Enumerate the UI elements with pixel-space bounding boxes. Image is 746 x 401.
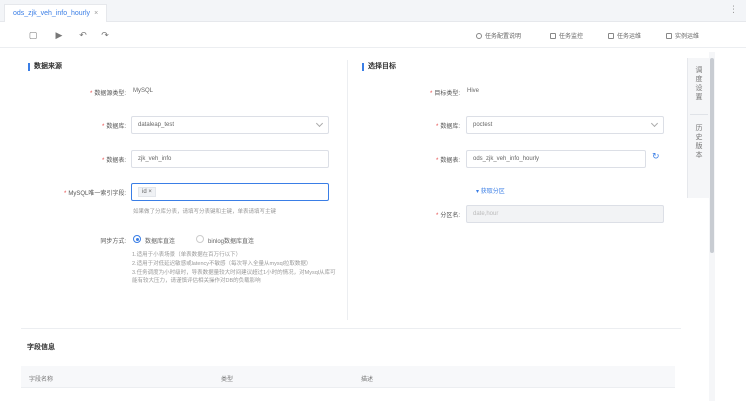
- sync-mode-label: 同步方式:: [100, 239, 126, 245]
- sync-option-binlog-label: binlog数据库直连: [208, 239, 255, 245]
- info-icon: [476, 33, 482, 39]
- unique-key-label: * MySQL唯一索引字段:: [63, 191, 126, 197]
- source-db-label: * 数据库:: [101, 124, 126, 130]
- partition-input: date,hour: [466, 205, 664, 223]
- sync-option-direct-label: 数据库直连: [145, 239, 176, 245]
- partition-label: * 分区名:: [435, 213, 460, 219]
- target-type-label: * 目标类型:: [429, 91, 460, 97]
- chevron-down-icon: [650, 119, 659, 128]
- task-config-doc-button[interactable]: 任务配置说明: [476, 31, 521, 40]
- more-icon[interactable]: ⋮: [729, 4, 738, 15]
- fields-section-title: 字段信息: [27, 344, 55, 351]
- target-db-select[interactable]: poctest: [466, 116, 664, 134]
- tab-history-versions[interactable]: 历史版本: [688, 124, 710, 160]
- unique-key-input[interactable]: id ×: [131, 183, 329, 201]
- divider: [690, 114, 708, 115]
- run-icon[interactable]: ▶: [54, 30, 64, 40]
- instance-icon: [666, 33, 672, 39]
- source-table-label: * 数据表:: [101, 158, 126, 164]
- fields-table-header: 字段名称 类型 描述: [21, 366, 675, 388]
- sync-radio-direct[interactable]: [133, 235, 141, 243]
- ops-icon: [608, 33, 614, 39]
- column-header-type: 类型: [221, 377, 234, 383]
- source-table-input[interactable]: zjk_veh_info: [131, 150, 329, 168]
- column-header-name: 字段名称: [29, 377, 54, 383]
- sync-radio-binlog[interactable]: [196, 235, 204, 243]
- instance-ops-button[interactable]: 实例运维: [666, 31, 699, 40]
- task-monitor-button[interactable]: 任务监控: [550, 31, 583, 40]
- source-type-value: MySQL: [133, 88, 154, 94]
- side-tabs: 调度设置 历史版本: [687, 58, 709, 198]
- tab-bar: ods_zjk_veh_info_hourly × ⋮: [0, 0, 746, 22]
- scrollbar[interactable]: [709, 52, 715, 401]
- task-ops-button[interactable]: 任务运维: [608, 31, 641, 40]
- close-icon[interactable]: ×: [94, 10, 98, 17]
- tab-title: ods_zjk_veh_info_hourly: [13, 10, 91, 17]
- column-header-desc: 描述: [361, 377, 374, 383]
- divider: [21, 328, 681, 329]
- tab-schedule-settings[interactable]: 调度设置: [688, 66, 710, 102]
- toolbar: ▢ ▶ ↶ ↷ 任务配置说明 任务监控 任务运维 实例运维: [0, 22, 746, 48]
- chevron-down-icon: [315, 119, 324, 128]
- key-tag-id[interactable]: id ×: [138, 187, 156, 197]
- tab-ods-zjk-veh-info-hourly[interactable]: ods_zjk_veh_info_hourly ×: [4, 4, 108, 22]
- target-type-value: Hive: [467, 88, 480, 94]
- section-divider: [347, 60, 348, 320]
- target-table-label: * 数据表:: [435, 158, 460, 164]
- scrollbar-thumb[interactable]: [710, 58, 714, 253]
- redo-icon[interactable]: ↷: [100, 30, 110, 40]
- sync-note-1: 1.适用于小表场景（单表数据在百万行以下） 2.适用于对低延迟敏感或latenc…: [132, 252, 336, 285]
- target-db-label: * 数据库:: [435, 124, 460, 130]
- save-icon[interactable]: ▢: [28, 30, 38, 40]
- source-db-select[interactable]: dataleap_test: [131, 116, 329, 134]
- refresh-icon[interactable]: ↻: [652, 151, 660, 162]
- get-partition-link[interactable]: ▾ 获取分区: [476, 186, 505, 195]
- undo-icon[interactable]: ↶: [78, 30, 88, 40]
- source-type-label: * 数据源类型:: [89, 91, 126, 97]
- sync-notes: 1.适用于小表场景（单表数据在百万行以下） 2.适用于对低延迟敏感或latenc…: [132, 251, 337, 286]
- source-section-title: 数据来源: [28, 63, 62, 71]
- target-table-input[interactable]: ods_zjk_veh_info_hourly: [466, 150, 646, 168]
- monitor-icon: [550, 33, 556, 39]
- target-section-title: 选择目标: [362, 63, 396, 71]
- unique-key-hint: 如果做了分库分表，请填写分表键和主键，单表请填写主键: [133, 209, 277, 215]
